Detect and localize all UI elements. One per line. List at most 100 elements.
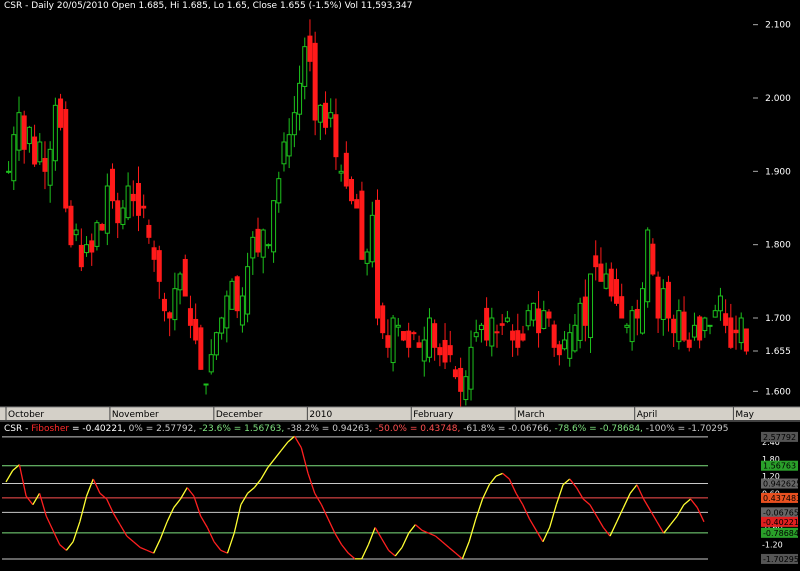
candle-body	[380, 305, 386, 334]
candle-body	[411, 332, 417, 335]
indicator-header: CSR - Fibosher = -0.40221, 0% = 2.57792,…	[4, 424, 729, 434]
candle-body	[426, 317, 432, 358]
candle-body	[442, 339, 448, 363]
candle-body	[364, 251, 370, 264]
candle-body	[452, 369, 458, 378]
candle-body	[639, 288, 645, 334]
price-panel: 2.100 2.000 1.900 1.800 1.700 1.655 1.600	[6, 0, 800, 410]
candle-body	[520, 333, 526, 341]
candle-body	[665, 281, 671, 319]
candle-body	[577, 302, 583, 341]
price-title: CSR - Daily 20/05/2010 Open 1.685, Hi 1.…	[4, 1, 413, 11]
fib-level-label: -1.70295	[763, 555, 799, 564]
candle-body	[712, 310, 718, 318]
candle-body	[458, 367, 464, 392]
candle-body	[115, 200, 121, 224]
candle-body	[582, 296, 588, 326]
candle-body	[572, 324, 578, 352]
candle-body	[686, 339, 692, 348]
candle-body	[406, 330, 412, 348]
fib-level-label: -0.40221	[763, 518, 799, 527]
candle-body	[707, 324, 713, 327]
candle-body	[697, 316, 703, 341]
candle-body	[323, 102, 329, 128]
fib-level-label: 2.57792	[763, 433, 796, 442]
level-text-2: -38.2% = 0.94263,	[287, 424, 376, 434]
level-text-0: 0% = 2.57792,	[128, 424, 200, 434]
candle-body	[510, 330, 516, 341]
candle-body	[624, 324, 630, 328]
candle-body	[58, 98, 64, 128]
candle-body	[187, 308, 193, 326]
candle-body	[276, 178, 282, 204]
candle-body	[167, 312, 173, 319]
candle-body	[338, 170, 344, 174]
candle-body	[562, 339, 568, 350]
indicator-bg	[0, 421, 800, 571]
indicator-name: Fibosher	[31, 424, 70, 434]
candle-body	[416, 342, 422, 348]
candle-body	[375, 199, 380, 319]
price-tick-label: 2.000	[765, 94, 791, 104]
price-header: CSR - Daily 20/05/2010 Open 1.685, Hi 1.…	[4, 1, 412, 11]
candle-body	[432, 323, 438, 348]
price-tick-label: 1.800	[765, 241, 791, 251]
candle-body	[738, 317, 744, 344]
candle-body	[369, 214, 375, 263]
candle-body	[588, 273, 594, 339]
candle-body	[63, 109, 69, 209]
candle-body	[733, 329, 739, 334]
candle-body	[400, 331, 406, 341]
x-axis: October November December 2010 February March…	[0, 406, 800, 420]
candle-body	[224, 295, 230, 329]
price-tick-label: 1.900	[765, 167, 791, 177]
candle-body	[84, 244, 90, 254]
candle-body	[671, 318, 677, 334]
candle-body	[260, 229, 266, 258]
candle-body	[556, 344, 562, 356]
candle-body	[161, 298, 167, 312]
candle-body	[541, 310, 547, 329]
candle-body	[608, 268, 614, 297]
candle-body	[234, 276, 240, 312]
candle-body	[146, 224, 152, 238]
candle-body	[447, 345, 453, 356]
level-text-1: -23.6% = 1.56763,	[199, 424, 288, 434]
x-axis-label: 2010	[309, 410, 332, 420]
x-axis-label: October	[8, 410, 44, 420]
price-tick-label: 1.700	[765, 314, 791, 324]
candle-body	[515, 330, 521, 348]
candle-body	[73, 229, 79, 236]
candle-body	[99, 223, 105, 231]
candle-body	[676, 310, 682, 343]
candle-body	[89, 240, 95, 253]
candle-body	[307, 35, 313, 62]
candle-body	[291, 112, 297, 136]
candle-body	[32, 136, 38, 165]
candle-body	[681, 311, 687, 341]
candle-body	[219, 317, 225, 334]
candle-body	[203, 383, 209, 386]
candle-body	[691, 324, 697, 338]
fib-level-label: 1.56763	[763, 462, 796, 471]
candle-body	[614, 279, 620, 304]
x-axis-label: April	[637, 410, 658, 420]
candle-body	[26, 126, 32, 145]
indicator-levels: 0% = 2.57792, -23.6% = 1.56763, -38.2% =…	[129, 424, 729, 434]
candle-body	[37, 141, 43, 163]
candle-body	[728, 317, 734, 348]
level-text-4: -61.8% = -0.06766,	[463, 424, 555, 434]
candle-body	[125, 185, 131, 219]
candle-body	[213, 332, 219, 356]
candle-body	[395, 324, 401, 328]
candle-body	[182, 258, 188, 297]
fib-level-label: -0.786844	[763, 529, 800, 538]
candle-body	[21, 115, 27, 150]
level-text-5: -78.6% = -0.78684,	[554, 424, 646, 434]
candle-body	[655, 276, 661, 319]
fib-level-label: -0.067658	[763, 508, 800, 517]
candle-body	[104, 185, 110, 234]
candle-body	[717, 295, 723, 312]
candle-body	[478, 324, 484, 331]
x-axis-label: March	[517, 410, 544, 420]
